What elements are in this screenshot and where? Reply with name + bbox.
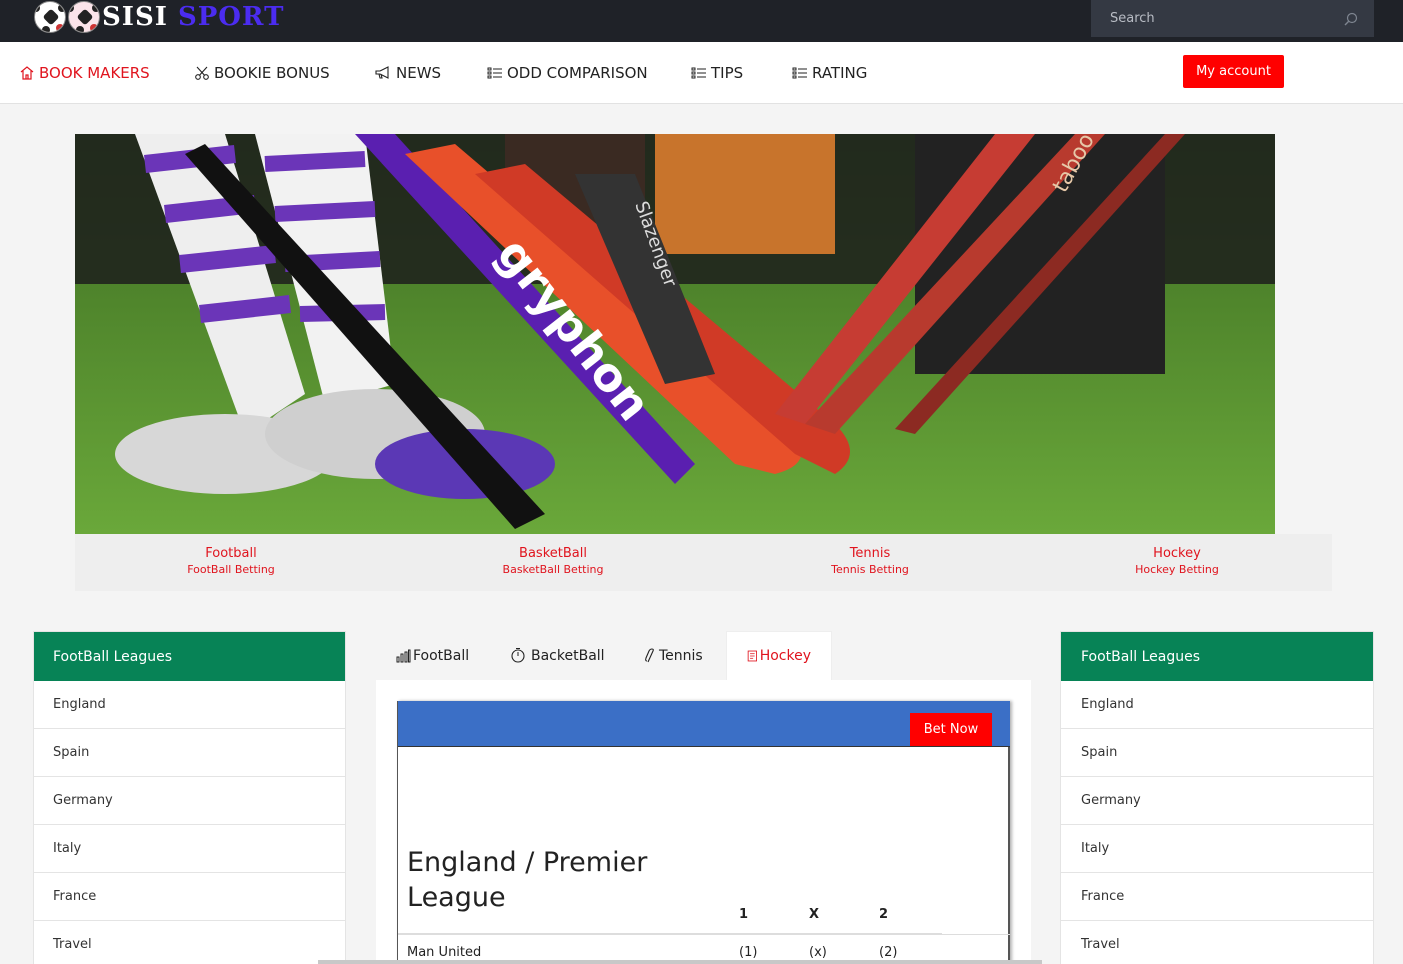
sport-subtitle: BasketBall Betting bbox=[502, 563, 604, 576]
league-item-england[interactable]: England bbox=[1061, 681, 1373, 729]
tab-label: Hockey bbox=[759, 648, 811, 664]
nav-item-book-makers[interactable]: BOOK MAKERS bbox=[19, 62, 150, 84]
sport-link-basketball[interactable]: BasketBall BasketBall Betting bbox=[503, 545, 604, 578]
tab-football[interactable]: FootBall bbox=[396, 631, 469, 680]
match-card-header: Bet Now bbox=[398, 701, 1010, 747]
sport-title: Tennis bbox=[849, 546, 891, 561]
megaphone-icon bbox=[375, 66, 389, 79]
main-nav: BOOK MAKERS BOOKIE BONUS NEWS ODD COMPAR… bbox=[0, 42, 1403, 104]
soccer-ball-icon bbox=[34, 1, 66, 33]
league-title: England / Premier League bbox=[407, 847, 648, 913]
match-odds-card: Bet Now England / Premier League 1 X 2 M… bbox=[397, 701, 1010, 964]
odd-value-home[interactable]: (1) bbox=[739, 945, 757, 960]
sport-link-hockey[interactable]: Hockey Hockey Betting bbox=[1135, 545, 1219, 578]
league-item-france[interactable]: France bbox=[1061, 873, 1373, 921]
sport-title: Hockey bbox=[1153, 546, 1201, 561]
league-item-spain[interactable]: Spain bbox=[34, 729, 345, 777]
nav-item-label: RATING bbox=[812, 64, 868, 82]
horizontal-scrollbar[interactable] bbox=[318, 960, 1042, 964]
table-divider bbox=[942, 934, 1010, 935]
league-item-germany[interactable]: Germany bbox=[34, 777, 345, 825]
document-icon bbox=[747, 650, 757, 662]
odd-value-away[interactable]: (2) bbox=[879, 945, 897, 960]
nav-item-rating[interactable]: RATING bbox=[792, 62, 867, 84]
list-icon bbox=[487, 67, 502, 79]
tab-label: BacketBall bbox=[531, 647, 605, 664]
brand-name-part1: SISI bbox=[102, 2, 168, 32]
league-item-spain[interactable]: Spain bbox=[1061, 729, 1373, 777]
league-item-france[interactable]: France bbox=[34, 873, 345, 921]
hero-banner-image: gryphon Slazenger taboo bbox=[75, 134, 1275, 534]
tab-hockey[interactable]: Hockey bbox=[726, 631, 832, 680]
league-item-italy[interactable]: Italy bbox=[34, 825, 345, 873]
brand-name-part2: SPORT bbox=[177, 2, 285, 32]
tab-basketball[interactable]: BacketBall bbox=[510, 631, 605, 680]
odds-header-away: 2 bbox=[879, 907, 889, 922]
league-item-germany[interactable]: Germany bbox=[1061, 777, 1373, 825]
sport-subtitle: Hockey Betting bbox=[1135, 563, 1219, 576]
nav-item-label: NEWS bbox=[396, 64, 442, 82]
top-bar: SISI SPORT bbox=[0, 0, 1403, 42]
nav-item-label: BOOKIE BONUS bbox=[214, 64, 330, 82]
nav-item-label: ODD COMPARISON bbox=[507, 64, 648, 82]
nav-item-news[interactable]: NEWS bbox=[375, 62, 441, 84]
timer-icon bbox=[511, 648, 525, 663]
scissors-icon bbox=[195, 66, 209, 80]
bar-chart-icon bbox=[396, 649, 411, 662]
left-leagues-title: FootBall Leagues bbox=[34, 632, 345, 681]
league-item-travel[interactable]: Travel bbox=[34, 921, 345, 964]
left-leagues-panel: FootBall Leagues England Spain Germany I… bbox=[33, 631, 346, 964]
tab-label: Tennis bbox=[659, 647, 703, 664]
nav-item-label: BOOK MAKERS bbox=[39, 64, 150, 82]
link-icon bbox=[645, 647, 654, 662]
brand-name: SISI SPORT bbox=[102, 2, 284, 32]
sport-link-tennis[interactable]: Tennis Tennis Betting bbox=[831, 545, 909, 578]
my-account-button[interactable]: My account bbox=[1183, 55, 1284, 88]
odd-value-draw[interactable]: (x) bbox=[809, 945, 827, 960]
search-input[interactable] bbox=[1091, 0, 1331, 37]
home-icon bbox=[20, 66, 34, 80]
sport-title: BasketBall bbox=[519, 546, 587, 561]
site-logo[interactable]: SISI SPORT bbox=[34, 0, 284, 34]
league-item-england[interactable]: England bbox=[34, 681, 345, 729]
league-item-travel[interactable]: Travel bbox=[1061, 921, 1373, 964]
team-name: Man United bbox=[407, 945, 482, 960]
sports-quick-links: Football FootBall Betting BasketBall Bas… bbox=[75, 534, 1332, 591]
list-icon bbox=[691, 67, 706, 79]
sport-link-football[interactable]: Football FootBall Betting bbox=[187, 545, 275, 578]
nav-item-bookie-bonus[interactable]: BOOKIE BONUS bbox=[194, 62, 330, 84]
sport-title: Football bbox=[205, 546, 257, 561]
bet-now-button[interactable]: Bet Now bbox=[910, 713, 992, 746]
sport-subtitle: FootBall Betting bbox=[187, 563, 275, 576]
list-icon bbox=[792, 67, 807, 79]
nav-item-tips[interactable]: TIPS bbox=[691, 62, 743, 84]
league-item-italy[interactable]: Italy bbox=[1061, 825, 1373, 873]
tab-label: FootBall bbox=[413, 647, 470, 664]
sport-subtitle: Tennis Betting bbox=[831, 563, 909, 576]
odds-header-home: 1 bbox=[739, 907, 749, 922]
right-leagues-panel: FootBall Leagues England Spain Germany I… bbox=[1060, 631, 1374, 964]
tab-tennis[interactable]: Tennis bbox=[644, 631, 703, 680]
soccer-ball-icon bbox=[68, 1, 100, 33]
search-box bbox=[1091, 0, 1374, 37]
nav-item-label: TIPS bbox=[711, 64, 744, 82]
nav-item-odd-comparison[interactable]: ODD COMPARISON bbox=[487, 62, 648, 84]
right-leagues-title: FootBall Leagues bbox=[1061, 632, 1373, 681]
search-icon[interactable] bbox=[1344, 12, 1358, 26]
table-divider bbox=[398, 933, 942, 935]
odds-header-draw: X bbox=[809, 907, 820, 922]
